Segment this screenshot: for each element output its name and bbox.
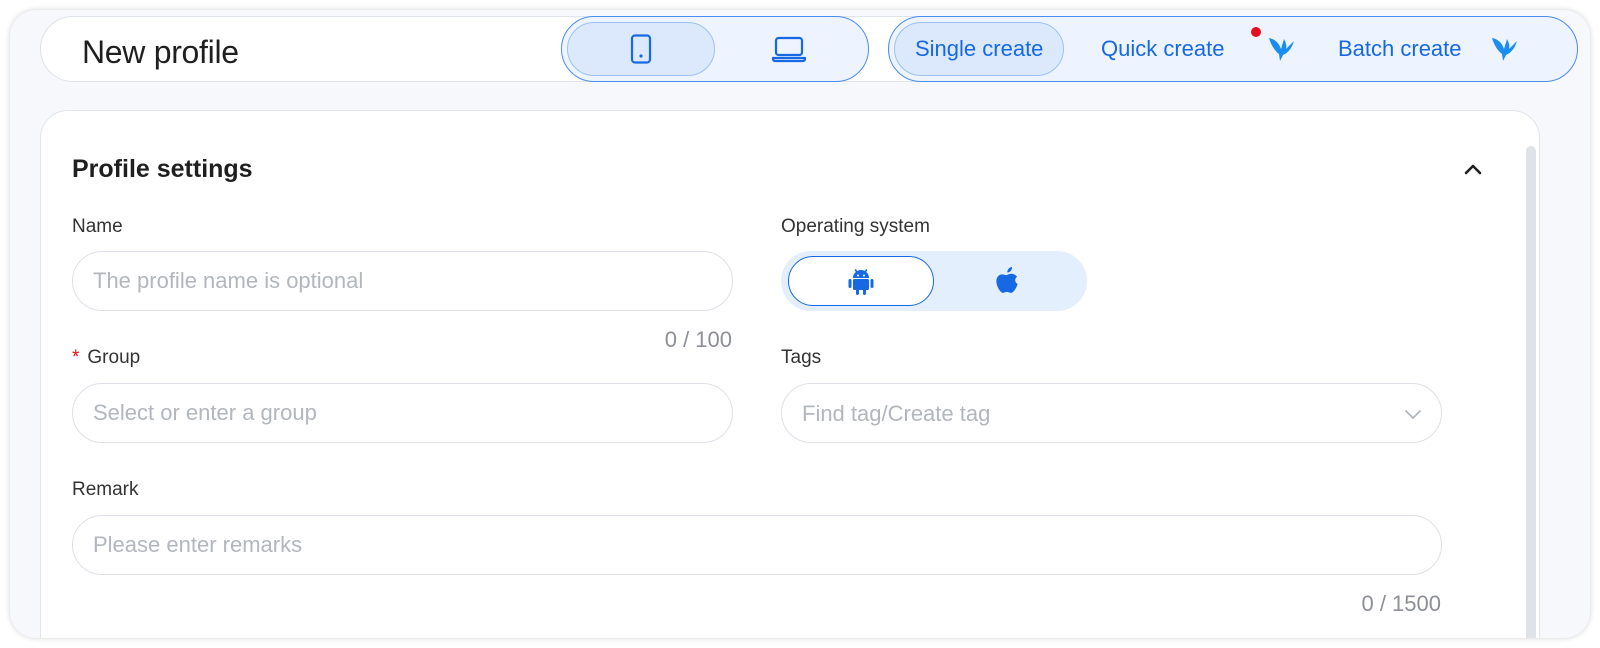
group-label-text: Group xyxy=(87,347,141,368)
page-title: New profile xyxy=(82,34,239,70)
chevron-up-icon[interactable] xyxy=(1459,155,1487,183)
os-toggle xyxy=(781,251,1087,311)
name-label: Name xyxy=(72,216,123,237)
android-icon xyxy=(848,269,874,295)
os-option-android[interactable] xyxy=(788,256,934,306)
name-input[interactable] xyxy=(72,251,733,311)
device-option-desktop[interactable] xyxy=(715,22,863,76)
tab-batch-create[interactable]: Batch create xyxy=(1338,22,1462,76)
chevron-down-icon xyxy=(1405,410,1421,419)
group-label: * Group xyxy=(72,347,140,369)
tags-select[interactable]: Find tag/Create tag xyxy=(781,383,1442,443)
required-mark: * xyxy=(72,347,80,368)
notification-dot xyxy=(1251,27,1261,37)
device-toggle xyxy=(561,16,869,82)
tab-single-create[interactable]: Single create xyxy=(894,22,1065,76)
tab-label: Single create xyxy=(915,36,1044,61)
name-char-counter: 0 / 100 xyxy=(664,327,732,352)
section-title: Profile settings xyxy=(72,155,253,183)
app-window: New profile Single create Quick create B… xyxy=(10,10,1590,638)
os-option-ios[interactable] xyxy=(934,256,1080,306)
device-option-mobile[interactable] xyxy=(567,22,715,76)
bird-icon xyxy=(1492,38,1517,61)
os-label: Operating system xyxy=(781,216,930,237)
tab-quick-create[interactable]: Quick create xyxy=(1101,22,1225,76)
tags-label: Tags xyxy=(781,347,822,368)
remark-label: Remark xyxy=(72,479,139,500)
tab-label: Quick create xyxy=(1101,36,1225,61)
remark-char-counter: 0 / 1500 xyxy=(1361,591,1441,616)
remark-input[interactable] xyxy=(72,515,1442,575)
laptop-icon xyxy=(771,36,807,63)
phone-icon xyxy=(630,34,652,64)
bird-icon xyxy=(1269,38,1294,61)
apple-icon xyxy=(996,267,1018,293)
create-mode-tabs: Single create Quick create Batch create xyxy=(888,16,1578,82)
scrollbar[interactable] xyxy=(1526,146,1536,638)
profile-settings-card: Profile settings Name 0 / 100 Operating … xyxy=(40,110,1540,638)
tags-placeholder: Find tag/Create tag xyxy=(802,401,991,426)
group-input[interactable] xyxy=(72,383,733,443)
tab-label: Batch create xyxy=(1338,36,1462,61)
